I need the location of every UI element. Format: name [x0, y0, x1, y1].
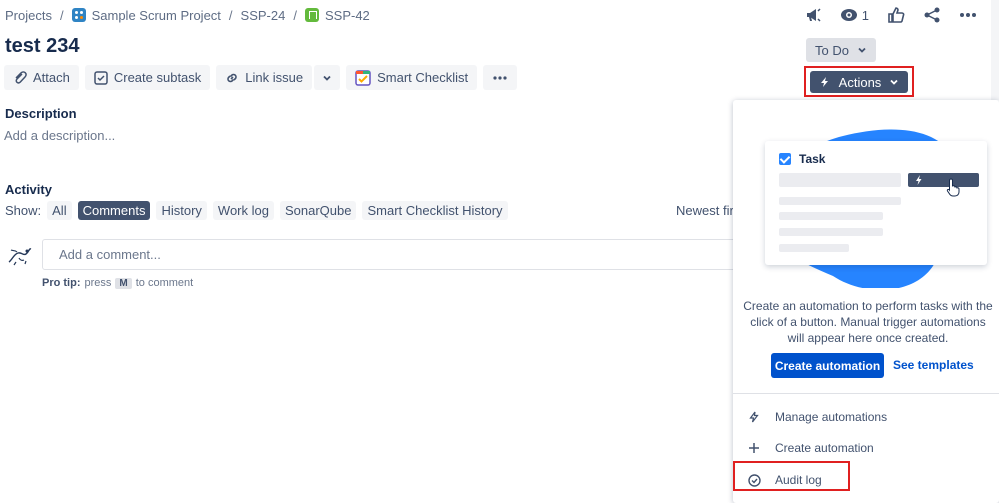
actions-dropdown-panel: Task Create an automation to perform tas… [733, 100, 999, 503]
placeholder-bar [779, 197, 901, 205]
actions-label: Actions [838, 74, 882, 90]
shortcut-key: M [115, 277, 132, 289]
placeholder-bar [779, 212, 883, 220]
chevron-down-icon [890, 79, 898, 85]
share-icon[interactable] [923, 6, 941, 24]
placeholder-bar [779, 244, 849, 252]
plus-icon [747, 442, 761, 454]
filter-work-log[interactable]: Work log [212, 201, 274, 220]
chevron-down-icon [323, 75, 331, 81]
placeholder-bar [779, 228, 883, 236]
comment-input[interactable]: Add a comment... [42, 239, 742, 270]
menu-item-label: Create automation [775, 441, 874, 455]
divider [733, 393, 999, 394]
create-subtask-label: Create subtask [113, 70, 202, 85]
breadcrumb: Projects / Sample Scrum Project / SSP-24… [5, 6, 370, 24]
menu-item-label: Manage automations [775, 410, 888, 424]
menu-item-manage-automations[interactable]: Manage automations [733, 402, 999, 432]
activity-filters: Show: All Comments History Work log Sona… [5, 201, 508, 220]
breadcrumb-separator: / [228, 7, 233, 23]
bolt-icon [747, 411, 761, 423]
scrollbar[interactable] [991, 0, 999, 100]
audit-log-highlight [733, 461, 850, 491]
checkbox-icon [779, 153, 791, 165]
description-field[interactable]: Add a description... [4, 128, 115, 143]
smart-checklist-icon [355, 69, 371, 86]
eye-icon [840, 9, 857, 21]
breadcrumb-separator: / [59, 7, 64, 23]
story-icon [304, 8, 319, 22]
breadcrumb-separator: / [293, 7, 297, 23]
megaphone-icon[interactable] [804, 6, 822, 24]
more-icon[interactable] [959, 6, 977, 24]
link-icon [227, 73, 238, 82]
status-dropdown[interactable]: To Do [806, 38, 876, 62]
attach-button[interactable]: Attach [4, 65, 79, 90]
create-subtask-button[interactable]: Create subtask [84, 65, 211, 90]
illustration-button [908, 173, 979, 197]
show-label: Show: [5, 203, 42, 218]
subtask-icon [94, 70, 108, 85]
create-automation-button[interactable]: Create automation [771, 353, 884, 378]
illustration-card: Task [765, 141, 987, 265]
smart-checklist-button[interactable]: Smart Checklist [346, 65, 478, 90]
more-actions-button[interactable] [483, 65, 518, 90]
menu-item-create-automation[interactable]: Create automation [733, 433, 999, 463]
project-icon [71, 8, 86, 22]
watch-button[interactable]: 1 [840, 6, 869, 24]
see-templates-link[interactable]: See templates [893, 358, 974, 372]
breadcrumb-project[interactable]: Sample Scrum Project [92, 8, 221, 23]
illustration-title: Task [799, 152, 826, 166]
breadcrumb-epic[interactable]: SSP-24 [241, 8, 286, 23]
filter-comments[interactable]: Comments [77, 201, 151, 220]
breadcrumb-projects[interactable]: Projects [5, 8, 52, 23]
bolt-icon [820, 77, 828, 87]
chevron-down-icon [858, 47, 866, 53]
link-issue-label: Link issue [245, 70, 304, 85]
link-issue-button[interactable]: Link issue [216, 65, 313, 90]
issue-header-actions: 1 [804, 4, 977, 26]
watch-count: 1 [861, 7, 869, 23]
description-heading: Description [5, 106, 77, 121]
activity-heading: Activity [5, 182, 52, 197]
actions-button[interactable]: Actions [810, 71, 908, 93]
link-issue-group: Link issue [216, 65, 341, 90]
issue-toolbar: Attach Create subtask Link issue Smart C… [4, 65, 518, 90]
protip-press: press [84, 277, 112, 289]
thumbs-up-icon[interactable] [887, 6, 905, 24]
breadcrumb-issue[interactable]: SSP-42 [325, 8, 370, 23]
protip-prefix: Pro tip: [42, 277, 81, 289]
issue-title[interactable]: test 234 [5, 35, 80, 58]
more-icon [493, 75, 507, 80]
link-issue-dropdown[interactable] [314, 65, 341, 90]
attach-label: Attach [33, 70, 70, 85]
placeholder-bar [779, 173, 901, 187]
filter-smart-checklist-history[interactable]: Smart Checklist History [362, 201, 508, 220]
filter-all[interactable]: All [47, 201, 72, 220]
paperclip-icon [15, 70, 27, 84]
hand-cursor-icon [946, 178, 960, 197]
empty-state-text: Create an automation to perform tasks wi… [743, 299, 993, 345]
protip-suffix: to comment [135, 277, 194, 289]
smart-checklist-label: Smart Checklist [377, 70, 469, 85]
avatar [5, 242, 33, 270]
filter-sonarqube[interactable]: SonarQube [279, 201, 357, 220]
pro-tip: Pro tip: press M to comment [42, 277, 193, 289]
status-label: To Do [815, 42, 849, 58]
filter-history[interactable]: History [156, 201, 207, 220]
